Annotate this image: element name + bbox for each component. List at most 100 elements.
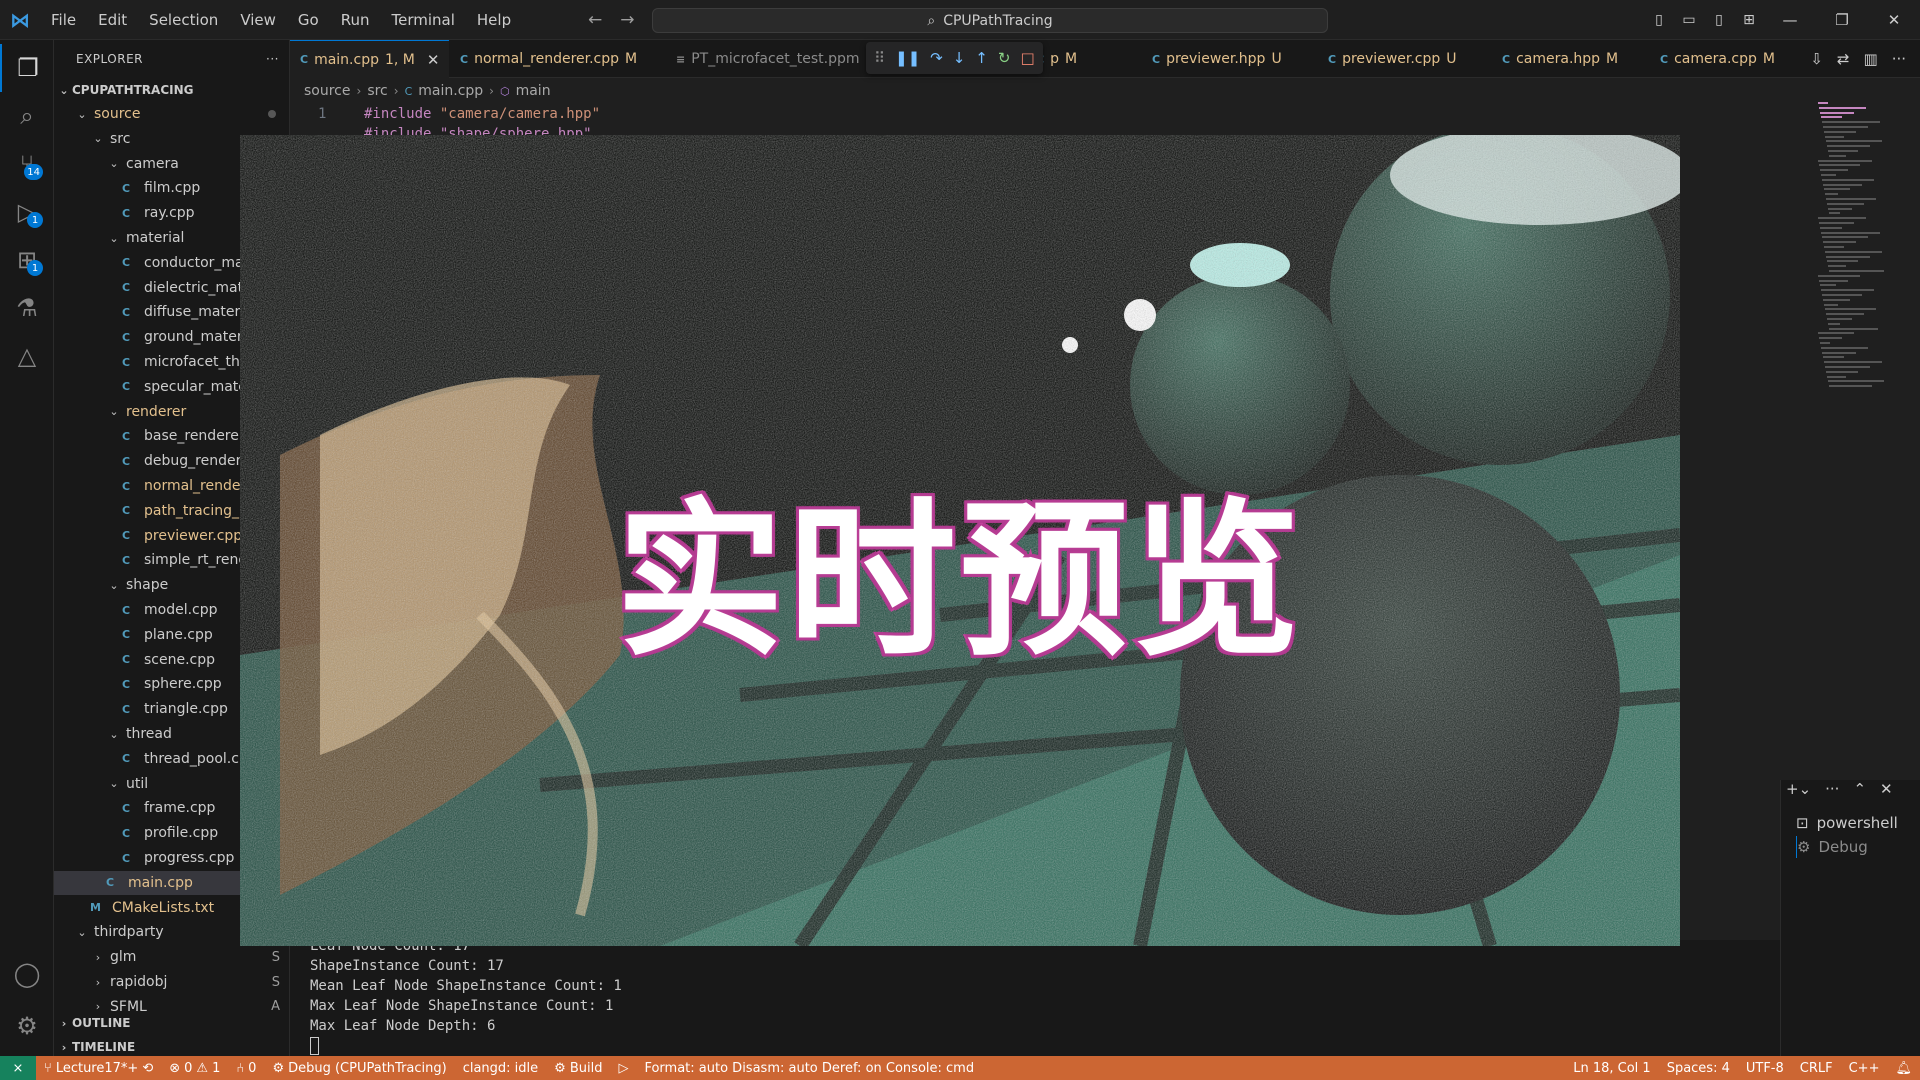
menu-item-go[interactable]: Go — [287, 0, 330, 40]
outline-section[interactable]: › OUTLINE — [54, 1011, 289, 1035]
close-window-icon[interactable]: ✕ — [1868, 11, 1920, 29]
step-out-icon[interactable]: ↑ — [975, 49, 988, 67]
clangd-status[interactable]: clangd: idle — [455, 1061, 546, 1076]
minimap-line — [1819, 106, 1866, 109]
menu-item-edit[interactable]: Edit — [87, 0, 138, 40]
line-endings[interactable]: CRLF — [1792, 1061, 1841, 1076]
notifications-bell-icon[interactable]: 🔔︎ — [1887, 1061, 1920, 1076]
explorer-more-icon[interactable]: ··· — [266, 52, 279, 66]
terminal-session-powershell[interactable]: ⊡ powershell — [1796, 812, 1898, 834]
cpp-file-icon: C — [122, 826, 131, 840]
explorer-icon[interactable]: ❐ — [0, 44, 54, 92]
source-control-icon[interactable]: ⑂ 14 — [0, 140, 54, 188]
remote-indicator-icon[interactable]: ⨯ — [0, 1056, 36, 1080]
extensions-icon[interactable]: ⊞ 1 — [0, 236, 54, 284]
account-icon[interactable]: ◯ — [0, 950, 54, 998]
terminal-session-debug[interactable]: ⚙ Debug — [1796, 836, 1868, 858]
code-editor[interactable]: 1 #include "camera/camera.hpp" #include … — [290, 102, 1810, 136]
folder-source[interactable]: ⌄ source — [54, 102, 289, 126]
breadcrumb-item[interactable]: src — [367, 83, 387, 99]
command-center-search[interactable]: ⌕ CPUPathTracing — [652, 8, 1328, 33]
menu-item-run[interactable]: Run — [330, 0, 381, 40]
cpp-file-icon: C — [1502, 52, 1511, 66]
language-mode[interactable]: C++ — [1841, 1061, 1888, 1076]
more-actions-icon[interactable]: ··· — [1892, 50, 1906, 68]
folder-rapidobj[interactable]: › rapidobj S — [54, 970, 289, 994]
breadcrumb-item[interactable]: source — [304, 83, 351, 99]
cursor-position[interactable]: Ln 18, Col 1 — [1565, 1061, 1658, 1076]
tab-previewer-cpp[interactable]: Cpreviewer.cpp U — [1318, 40, 1467, 78]
tab-camera-hpp[interactable]: Ccamera.hpp M — [1492, 40, 1628, 78]
tab-main-cpp[interactable]: Cmain.cpp 1, M ✕ — [290, 40, 450, 78]
cpp-file-icon: C — [122, 603, 131, 617]
close-tab-icon[interactable]: ✕ — [427, 51, 440, 69]
close-panel-icon[interactable]: ✕ — [1880, 780, 1893, 798]
minimap-line — [1829, 385, 1872, 388]
search-view-icon[interactable]: ⌕ — [0, 92, 54, 140]
minimize-icon[interactable]: — — [1764, 11, 1816, 29]
tree-item-label: scene.cpp — [144, 651, 216, 668]
stop-icon[interactable]: □ — [1020, 49, 1034, 67]
branch-status[interactable]: ⑂ Lecture17*+ ⟲ — [36, 1061, 161, 1076]
compare-icon[interactable]: ⇄ — [1837, 50, 1850, 68]
timeline-section[interactable]: › TIMELINE — [54, 1035, 289, 1056]
step-over-icon[interactable]: ↷ — [930, 49, 943, 67]
open-changes-icon[interactable]: ⇩ — [1810, 50, 1823, 68]
step-into-icon[interactable]: ↓ — [953, 49, 966, 67]
forward-arrow-icon[interactable]: → — [620, 10, 634, 30]
format-status[interactable]: Format: auto Disasm: auto Deref: on Cons… — [636, 1061, 982, 1076]
maximize-panel-icon[interactable]: ⌃ — [1853, 780, 1866, 798]
run-debug-icon[interactable]: ▷ 1 — [0, 188, 54, 236]
minimap-line — [1827, 202, 1864, 205]
minimap-line — [1820, 169, 1848, 172]
minimap-line — [1824, 246, 1844, 248]
menu-item-file[interactable]: File — [40, 0, 87, 40]
toggle-sidebar-icon[interactable]: ▯ — [1644, 12, 1674, 28]
folder-glm[interactable]: › glm S — [54, 945, 289, 969]
terminal-more-icon[interactable]: ··· — [1825, 780, 1839, 798]
back-arrow-icon[interactable]: ← — [588, 10, 602, 30]
minimap-line — [1826, 370, 1858, 373]
cpp-file-icon: C — [122, 429, 131, 443]
toggle-secondary-sidebar-icon[interactable]: ▯ — [1704, 12, 1734, 28]
error-icon: ⊗ — [169, 1060, 181, 1076]
toggle-panel-icon[interactable]: ▭ — [1674, 12, 1704, 28]
indentation[interactable]: Spaces: 4 — [1659, 1061, 1738, 1076]
pause-icon[interactable]: ❚❚ — [895, 49, 920, 67]
split-editor-icon[interactable]: ▥ — [1864, 50, 1878, 68]
customize-layout-icon[interactable]: ⊞ — [1734, 12, 1764, 28]
encoding[interactable]: UTF-8 — [1738, 1061, 1792, 1076]
window-controls: ▯ ▭ ▯ ⊞ — ❐ ✕ — [1644, 0, 1920, 40]
menu-item-terminal[interactable]: Terminal — [381, 0, 466, 40]
tab-status: M — [625, 51, 638, 67]
terminal-panel[interactable]: Leaf Node Count: 17 ShapeInstance Count: … — [290, 938, 1780, 1056]
menu-item-selection[interactable]: Selection — [138, 0, 229, 40]
tab-pt-microfacet-test-ppm[interactable]: ≡ PT_microfacet_test.ppm — [666, 40, 876, 78]
debug-status[interactable]: ⚙ Debug (CPUPathTracing) — [264, 1061, 454, 1076]
breadcrumb-item[interactable]: main — [516, 83, 551, 99]
cpp-file-icon: C — [106, 876, 115, 890]
workspace-root[interactable]: ⌄ CPUPATHTRACING — [54, 78, 289, 102]
launch-icon[interactable]: ▷ — [610, 1061, 636, 1076]
tab-status: U — [1446, 51, 1457, 67]
restore-icon[interactable]: ❐ — [1816, 11, 1868, 29]
testing-icon[interactable]: ⚗ — [0, 284, 54, 332]
problems-status[interactable]: ⊗ 0 ⚠ 1 — [161, 1061, 228, 1076]
breadcrumb-item[interactable]: main.cpp — [418, 83, 483, 99]
tab-camera-cpp[interactable]: Ccamera.cpp M — [1650, 40, 1785, 78]
minimap-line — [1826, 140, 1882, 143]
drag-handle-icon[interactable]: ⠿ — [874, 49, 885, 67]
restart-icon[interactable]: ↻ — [998, 49, 1011, 67]
tab-previewer-hpp[interactable]: Cpreviewer.hpp U — [1142, 40, 1292, 78]
tab-normal-renderer-cpp[interactable]: Cnormal_renderer.cpp M — [450, 40, 647, 78]
menu-item-view[interactable]: View — [229, 0, 287, 40]
menu-item-help[interactable]: Help — [466, 0, 522, 40]
ports-status[interactable]: ⑃ 0 — [228, 1061, 264, 1076]
new-terminal-icon[interactable]: +⌄ — [1786, 780, 1811, 798]
cmake-icon[interactable]: △ — [0, 332, 54, 380]
tab-label: camera.hpp — [1516, 51, 1601, 67]
minimap-line — [1819, 164, 1860, 167]
build-status[interactable]: ⚙ Build — [546, 1061, 610, 1076]
minimap[interactable] — [1818, 102, 1906, 402]
settings-gear-icon[interactable]: ⚙ — [0, 1002, 54, 1050]
